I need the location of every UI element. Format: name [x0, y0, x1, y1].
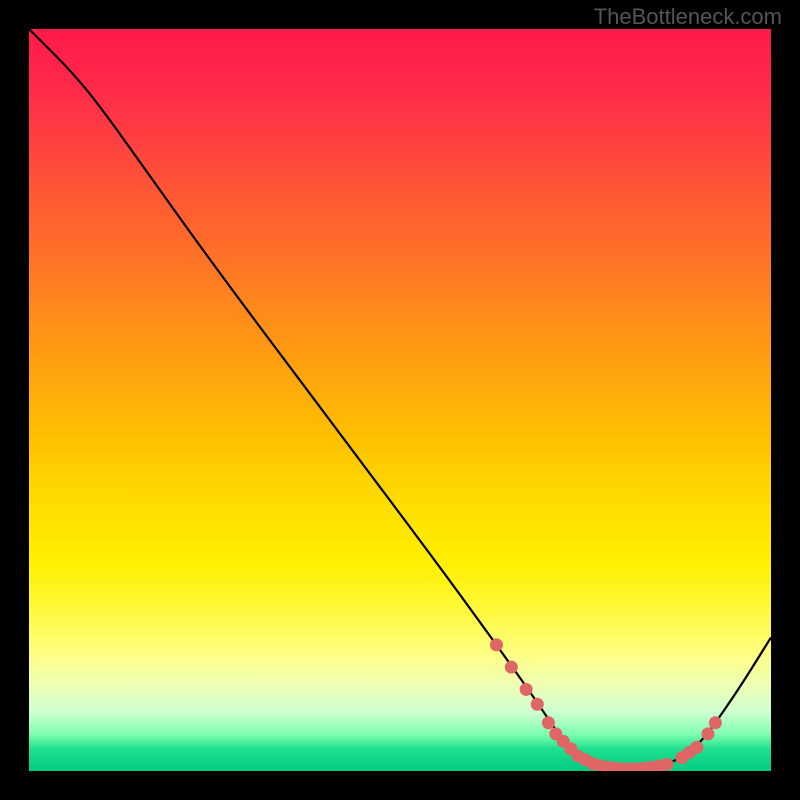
chart-marker	[490, 638, 503, 651]
chart-marker	[531, 698, 544, 711]
chart-marker	[661, 758, 674, 771]
chart-marker	[709, 716, 722, 729]
chart-plot-area	[29, 29, 771, 771]
chart-marker	[701, 727, 714, 740]
chart-marker	[505, 661, 518, 674]
chart-marker	[690, 741, 703, 754]
chart-svg	[29, 29, 771, 771]
chart-marker	[542, 716, 555, 729]
attribution-text: TheBottleneck.com	[594, 4, 782, 30]
chart-markers	[490, 638, 722, 771]
chart-marker	[520, 683, 533, 696]
chart-curve	[29, 29, 771, 768]
